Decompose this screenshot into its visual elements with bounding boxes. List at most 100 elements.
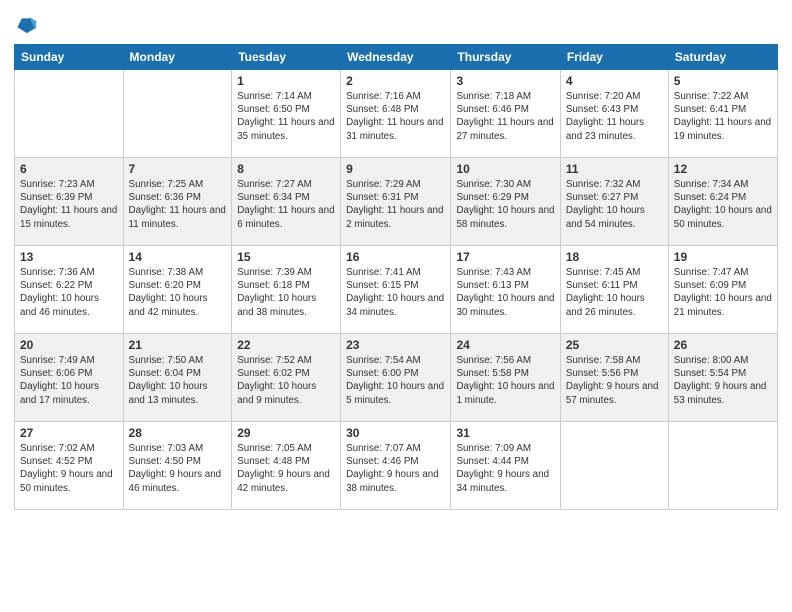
- day-info: Sunrise: 7:43 AM Sunset: 6:13 PM Dayligh…: [456, 266, 554, 319]
- day-info: Sunrise: 7:58 AM Sunset: 5:56 PM Dayligh…: [566, 354, 663, 407]
- day-cell: 26 Sunrise: 8:00 AM Sunset: 5:54 PM Dayli…: [668, 334, 777, 422]
- day-number: 18: [566, 250, 663, 264]
- logo-icon: [16, 14, 38, 36]
- day-info: Sunrise: 7:02 AM Sunset: 4:52 PM Dayligh…: [20, 442, 118, 495]
- day-number: 10: [456, 162, 554, 176]
- day-cell: 17 Sunrise: 7:43 AM Sunset: 6:13 PM Dayli…: [451, 246, 560, 334]
- day-number: 25: [566, 338, 663, 352]
- day-info: Sunrise: 7:29 AM Sunset: 6:31 PM Dayligh…: [346, 178, 445, 231]
- day-info: Sunrise: 7:38 AM Sunset: 6:20 PM Dayligh…: [129, 266, 227, 319]
- day-info: Sunrise: 7:23 AM Sunset: 6:39 PM Dayligh…: [20, 178, 118, 231]
- day-info: Sunrise: 7:07 AM Sunset: 4:46 PM Dayligh…: [346, 442, 445, 495]
- day-cell: 24Sunrise: 7:56 AM Sunset: 5:58 PM Dayli…: [451, 334, 560, 422]
- day-number: 11: [566, 162, 663, 176]
- day-cell: 7Sunrise: 7:25 AM Sunset: 6:36 PM Daylig…: [123, 158, 232, 246]
- day-cell: 29 Sunrise: 7:05 AM Sunset: 4:48 PM Dayli…: [232, 422, 341, 510]
- day-info: Sunrise: 7:47 AM Sunset: 6:09 PM Dayligh…: [674, 266, 772, 319]
- day-info: Sunrise: 7:05 AM Sunset: 4:48 PM Dayligh…: [237, 442, 335, 495]
- day-number: 28: [129, 426, 227, 440]
- day-cell: 8 Sunrise: 7:27 AM Sunset: 6:34 PM Daylig…: [232, 158, 341, 246]
- day-info: Sunrise: 7:20 AM Sunset: 6:43 PM Dayligh…: [566, 90, 663, 143]
- day-info: Sunrise: 7:27 AM Sunset: 6:34 PM Dayligh…: [237, 178, 335, 231]
- day-number: 17: [456, 250, 554, 264]
- day-number: 19: [674, 250, 772, 264]
- week-row-5: 27 Sunrise: 7:02 AM Sunset: 4:52 PM Dayli…: [15, 422, 778, 510]
- day-cell: 5 Sunrise: 7:22 AM Sunset: 6:41 PM Daylig…: [668, 70, 777, 158]
- page: SundayMondayTuesdayWednesdayThursdayFrid…: [0, 0, 792, 612]
- day-cell: 30 Sunrise: 7:07 AM Sunset: 4:46 PM Dayli…: [341, 422, 451, 510]
- day-cell: 6 Sunrise: 7:23 AM Sunset: 6:39 PM Daylig…: [15, 158, 124, 246]
- day-cell: 20 Sunrise: 7:49 AM Sunset: 6:06 PM Dayli…: [15, 334, 124, 422]
- day-info: Sunrise: 7:50 AM Sunset: 6:04 PM Dayligh…: [129, 354, 227, 407]
- day-cell: [123, 70, 232, 158]
- day-number: 30: [346, 426, 445, 440]
- day-info: Sunrise: 7:54 AM Sunset: 6:00 PM Dayligh…: [346, 354, 445, 407]
- day-header-friday: Friday: [560, 45, 668, 70]
- logo: [14, 14, 38, 36]
- week-row-1: 1Sunrise: 7:14 AM Sunset: 6:50 PM Daylig…: [15, 70, 778, 158]
- day-number: 3: [456, 74, 554, 88]
- day-number: 24: [456, 338, 554, 352]
- day-header-wednesday: Wednesday: [341, 45, 451, 70]
- day-header-tuesday: Tuesday: [232, 45, 341, 70]
- day-info: Sunrise: 7:03 AM Sunset: 4:50 PM Dayligh…: [129, 442, 227, 495]
- day-cell: [560, 422, 668, 510]
- header: [14, 10, 778, 36]
- day-cell: 25 Sunrise: 7:58 AM Sunset: 5:56 PM Dayli…: [560, 334, 668, 422]
- day-info: Sunrise: 7:45 AM Sunset: 6:11 PM Dayligh…: [566, 266, 663, 319]
- day-number: 26: [674, 338, 772, 352]
- day-number: 14: [129, 250, 227, 264]
- day-number: 29: [237, 426, 335, 440]
- day-info: Sunrise: 7:18 AM Sunset: 6:46 PM Dayligh…: [456, 90, 554, 143]
- day-info: Sunrise: 7:36 AM Sunset: 6:22 PM Dayligh…: [20, 266, 118, 319]
- day-cell: 1Sunrise: 7:14 AM Sunset: 6:50 PM Daylig…: [232, 70, 341, 158]
- day-cell: 22 Sunrise: 7:52 AM Sunset: 6:02 PM Dayli…: [232, 334, 341, 422]
- day-number: 5: [674, 74, 772, 88]
- day-info: Sunrise: 7:09 AM Sunset: 4:44 PM Dayligh…: [456, 442, 554, 495]
- day-number: 13: [20, 250, 118, 264]
- day-cell: 9 Sunrise: 7:29 AM Sunset: 6:31 PM Daylig…: [341, 158, 451, 246]
- day-cell: 14 Sunrise: 7:38 AM Sunset: 6:20 PM Dayli…: [123, 246, 232, 334]
- day-cell: 15 Sunrise: 7:39 AM Sunset: 6:18 PM Dayli…: [232, 246, 341, 334]
- day-cell: 13 Sunrise: 7:36 AM Sunset: 6:22 PM Dayli…: [15, 246, 124, 334]
- day-number: 21: [129, 338, 227, 352]
- day-number: 8: [237, 162, 335, 176]
- day-info: Sunrise: 7:22 AM Sunset: 6:41 PM Dayligh…: [674, 90, 772, 143]
- day-number: 16: [346, 250, 445, 264]
- day-info: Sunrise: 7:52 AM Sunset: 6:02 PM Dayligh…: [237, 354, 335, 407]
- day-number: 9: [346, 162, 445, 176]
- day-header-sunday: Sunday: [15, 45, 124, 70]
- day-number: 20: [20, 338, 118, 352]
- day-header-thursday: Thursday: [451, 45, 560, 70]
- day-info: Sunrise: 7:32 AM Sunset: 6:27 PM Dayligh…: [566, 178, 663, 231]
- week-row-3: 13 Sunrise: 7:36 AM Sunset: 6:22 PM Dayli…: [15, 246, 778, 334]
- day-cell: 18 Sunrise: 7:45 AM Sunset: 6:11 PM Dayli…: [560, 246, 668, 334]
- day-cell: 11 Sunrise: 7:32 AM Sunset: 6:27 PM Dayli…: [560, 158, 668, 246]
- day-cell: 19 Sunrise: 7:47 AM Sunset: 6:09 PM Dayli…: [668, 246, 777, 334]
- day-info: Sunrise: 7:39 AM Sunset: 6:18 PM Dayligh…: [237, 266, 335, 319]
- day-cell: 3 Sunrise: 7:18 AM Sunset: 6:46 PM Daylig…: [451, 70, 560, 158]
- day-cell: 31Sunrise: 7:09 AM Sunset: 4:44 PM Dayli…: [451, 422, 560, 510]
- day-number: 2: [346, 74, 445, 88]
- day-number: 6: [20, 162, 118, 176]
- day-header-saturday: Saturday: [668, 45, 777, 70]
- day-info: Sunrise: 7:16 AM Sunset: 6:48 PM Dayligh…: [346, 90, 445, 143]
- day-cell: 28 Sunrise: 7:03 AM Sunset: 4:50 PM Dayli…: [123, 422, 232, 510]
- week-row-4: 20 Sunrise: 7:49 AM Sunset: 6:06 PM Dayli…: [15, 334, 778, 422]
- day-info: Sunrise: 7:49 AM Sunset: 6:06 PM Dayligh…: [20, 354, 118, 407]
- day-number: 23: [346, 338, 445, 352]
- day-cell: 16 Sunrise: 7:41 AM Sunset: 6:15 PM Dayli…: [341, 246, 451, 334]
- day-cell: 27 Sunrise: 7:02 AM Sunset: 4:52 PM Dayli…: [15, 422, 124, 510]
- week-row-2: 6 Sunrise: 7:23 AM Sunset: 6:39 PM Daylig…: [15, 158, 778, 246]
- day-number: 22: [237, 338, 335, 352]
- day-cell: 21 Sunrise: 7:50 AM Sunset: 6:04 PM Dayli…: [123, 334, 232, 422]
- day-cell: [15, 70, 124, 158]
- day-number: 27: [20, 426, 118, 440]
- day-cell: 23 Sunrise: 7:54 AM Sunset: 6:00 PM Dayli…: [341, 334, 451, 422]
- day-number: 15: [237, 250, 335, 264]
- day-info: Sunrise: 7:41 AM Sunset: 6:15 PM Dayligh…: [346, 266, 445, 319]
- day-header-monday: Monday: [123, 45, 232, 70]
- header-row: SundayMondayTuesdayWednesdayThursdayFrid…: [15, 45, 778, 70]
- day-info: Sunrise: 7:14 AM Sunset: 6:50 PM Dayligh…: [237, 90, 335, 143]
- day-info: Sunrise: 8:00 AM Sunset: 5:54 PM Dayligh…: [674, 354, 772, 407]
